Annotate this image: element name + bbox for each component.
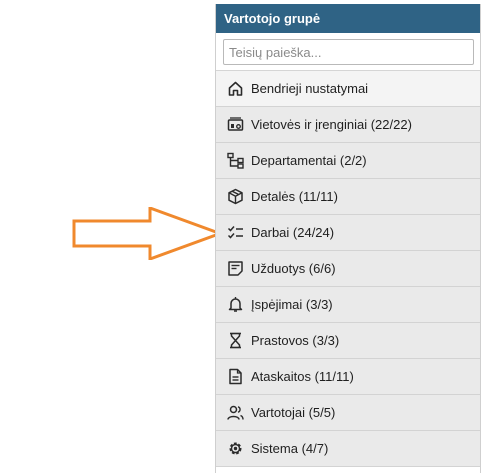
menu-item-label: Sistema (4/7) bbox=[251, 441, 329, 456]
checklist-icon bbox=[227, 224, 244, 241]
menu-item-parts[interactable]: Detalės (11/11) bbox=[216, 179, 480, 215]
task-note-icon bbox=[227, 260, 244, 277]
hourglass-icon bbox=[227, 332, 244, 349]
menu-item-label: Užduotys (6/6) bbox=[251, 261, 336, 276]
menu-item-reports[interactable]: Ataskaitos (11/11) bbox=[216, 359, 480, 395]
org-chart-icon bbox=[227, 152, 244, 169]
menu-item-alerts[interactable]: Įspėjimai (3/3) bbox=[216, 287, 480, 323]
menu-item-jobs[interactable]: Darbai (24/24) bbox=[216, 215, 480, 251]
user-group-permissions-panel: Vartotojo grupė Bendrieji nustatymai Vie… bbox=[215, 4, 481, 473]
menu-item-downtimes[interactable]: Prastovos (3/3) bbox=[216, 323, 480, 359]
menu-item-label: Prastovos (3/3) bbox=[251, 333, 340, 348]
menu-item-label: Detalės (11/11) bbox=[251, 189, 338, 204]
menu-item-locations-devices[interactable]: Vietovės ir įrenginiai (22/22) bbox=[216, 107, 480, 143]
menu-item-label: Departamentai (2/2) bbox=[251, 153, 367, 168]
menu-item-label: Darbai (24/24) bbox=[251, 225, 335, 240]
box-icon bbox=[227, 188, 244, 205]
menu-item-departments[interactable]: Departamentai (2/2) bbox=[216, 143, 480, 179]
users-icon bbox=[227, 404, 244, 421]
menu-item-label: Bendrieji nustatymai bbox=[251, 81, 369, 96]
menu-item-label: Vietovės ir įrenginiai (22/22) bbox=[251, 117, 412, 132]
home-icon bbox=[227, 80, 244, 97]
menu-item-general-settings[interactable]: Bendrieji nustatymai bbox=[216, 71, 480, 107]
menu-item-label: Įspėjimai (3/3) bbox=[251, 297, 333, 312]
menu-item-label: Ataskaitos (11/11) bbox=[251, 369, 354, 384]
menu-item-label: Vartotojai (5/5) bbox=[251, 405, 336, 420]
permission-category-list: Bendrieji nustatymai Vietovės ir įrengin… bbox=[216, 71, 480, 467]
search-container bbox=[216, 33, 480, 71]
panel-title: Vartotojo grupė bbox=[216, 4, 480, 33]
bell-icon bbox=[227, 296, 244, 313]
menu-item-system[interactable]: Sistema (4/7) bbox=[216, 431, 480, 467]
menu-item-users[interactable]: Vartotojai (5/5) bbox=[216, 395, 480, 431]
orange-arrow-pointer bbox=[72, 207, 222, 260]
permission-search-input[interactable] bbox=[223, 39, 474, 65]
gear-icon bbox=[227, 440, 244, 457]
menu-item-tasks[interactable]: Užduotys (6/6) bbox=[216, 251, 480, 287]
locations-devices-icon bbox=[227, 116, 244, 133]
document-icon bbox=[227, 368, 244, 385]
